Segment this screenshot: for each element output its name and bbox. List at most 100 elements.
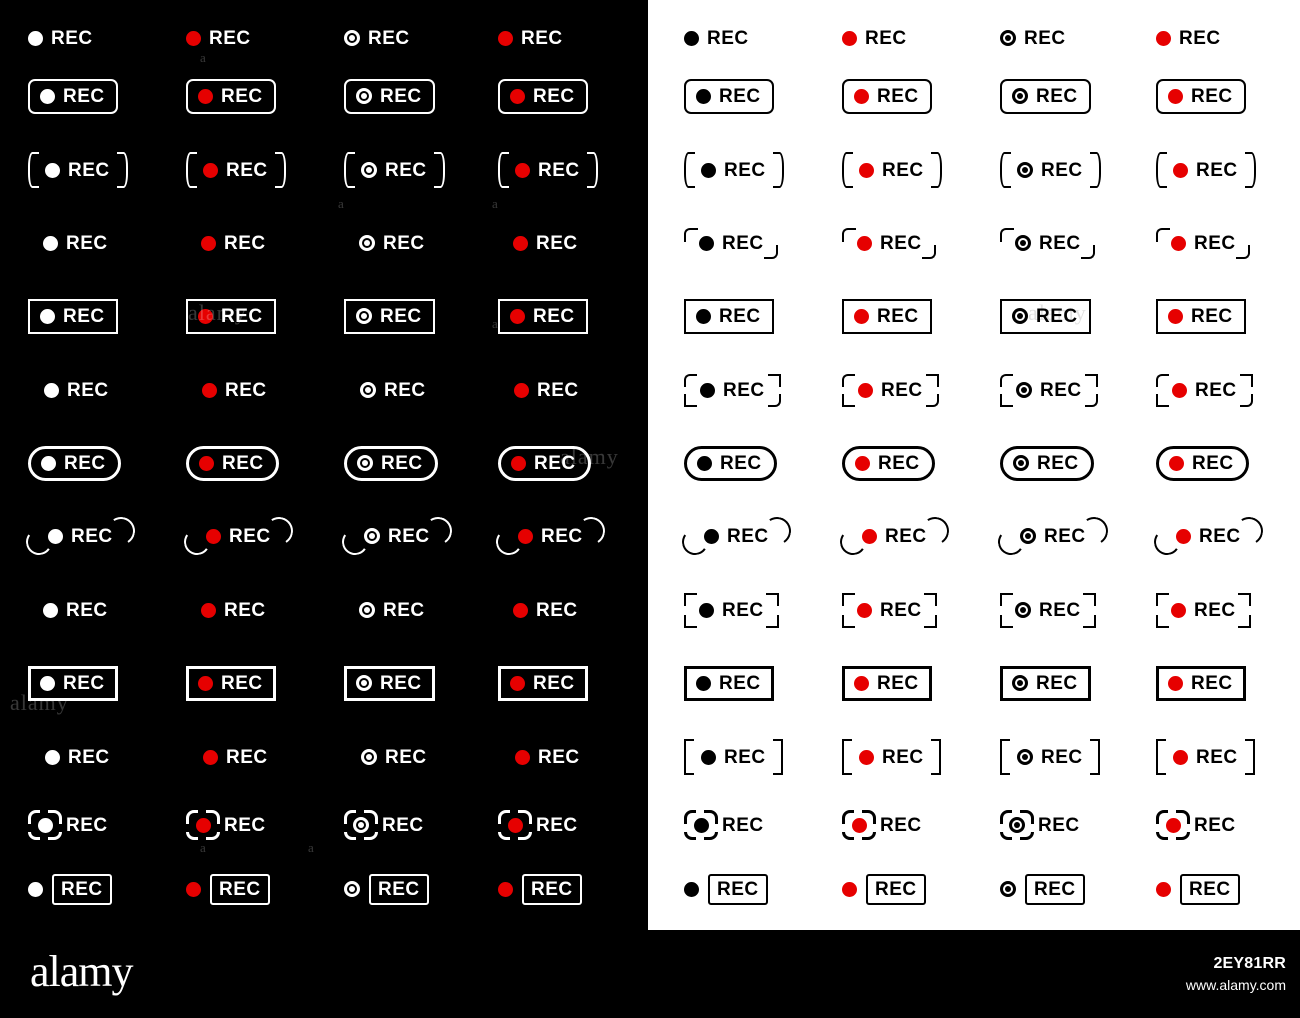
rec-icon-r8-c1[interactable]: REC	[23, 508, 186, 564]
rec-icon-r13-c2[interactable]: REC	[842, 861, 1000, 917]
rec-badge[interactable]: REC	[343, 809, 424, 841]
rec-badge[interactable]: REC	[1151, 513, 1266, 557]
rec-badge[interactable]: REC	[1000, 873, 1085, 905]
rec-icon-r13-c1[interactable]: REC	[684, 861, 842, 917]
rec-badge[interactable]: REC	[28, 152, 128, 188]
rec-badge[interactable]: REC	[1156, 445, 1249, 481]
rec-badge[interactable]: REC	[498, 739, 597, 775]
rec-badge[interactable]: REC	[684, 78, 774, 114]
rec-badge[interactable]: REC	[842, 665, 932, 701]
rec-badge[interactable]: REC	[684, 373, 781, 407]
rec-badge[interactable]: REC	[498, 78, 588, 114]
rec-icon-r1-c2[interactable]: REC	[842, 10, 1000, 66]
rec-badge[interactable]: REC	[27, 809, 108, 841]
rec-icon-r3-c2[interactable]: REC	[842, 142, 1000, 198]
rec-badge[interactable]: REC	[498, 445, 591, 481]
rec-icon-r4-c3[interactable]: REC	[1000, 215, 1158, 271]
rec-badge[interactable]: REC	[186, 592, 281, 628]
rec-icon-r3-c1[interactable]: REC	[684, 142, 842, 198]
rec-badge[interactable]: REC	[842, 298, 932, 334]
rec-badge[interactable]: REC	[684, 298, 774, 334]
rec-icon-r10-c2[interactable]: REC	[186, 655, 344, 711]
rec-badge[interactable]: REC	[498, 298, 588, 334]
rec-icon-r12-c1[interactable]: REC	[683, 797, 842, 853]
rec-badge[interactable]: REC	[186, 29, 251, 48]
rec-icon-r4-c4[interactable]: REC	[498, 215, 656, 271]
rec-icon-r4-c2[interactable]: REC	[842, 215, 1000, 271]
rec-badge[interactable]: REC	[344, 298, 435, 334]
rec-badge[interactable]: REC	[28, 78, 118, 114]
rec-badge[interactable]: REC	[684, 227, 778, 259]
rec-icon-r5-c2[interactable]: REC	[842, 288, 1000, 344]
rec-badge[interactable]: REC	[842, 739, 941, 775]
rec-badge[interactable]: REC	[28, 227, 122, 259]
rec-icon-r3-c4[interactable]: REC	[1156, 142, 1300, 198]
rec-icon-r6-c1[interactable]: REC	[684, 362, 842, 418]
rec-badge[interactable]: REC	[28, 373, 125, 407]
rec-icon-r8-c4[interactable]: REC	[1151, 508, 1300, 564]
rec-icon-r5-c1[interactable]: REC	[684, 288, 842, 344]
rec-icon-r1-c4[interactable]: REC	[1156, 10, 1300, 66]
rec-badge[interactable]: REC	[1156, 298, 1246, 334]
rec-badge[interactable]: REC	[1000, 592, 1096, 628]
rec-icon-r9-c1[interactable]: REC	[684, 582, 842, 638]
rec-icon-r4-c1[interactable]: REC	[684, 215, 842, 271]
rec-badge[interactable]: REC	[344, 373, 442, 407]
rec-icon-r13-c4[interactable]: REC	[1156, 861, 1300, 917]
rec-icon-r12-c2[interactable]: REC	[185, 797, 344, 853]
rec-icon-r7-c2[interactable]: REC	[186, 435, 344, 491]
rec-icon-r7-c1[interactable]: REC	[684, 435, 842, 491]
rec-icon-r7-c1[interactable]: REC	[28, 435, 186, 491]
rec-badge[interactable]: REC	[842, 373, 939, 407]
rec-badge[interactable]: REC	[28, 29, 93, 48]
rec-icon-r2-c4[interactable]: REC	[1156, 68, 1300, 124]
rec-badge[interactable]: REC	[339, 513, 455, 557]
rec-icon-r2-c3[interactable]: REC	[344, 68, 502, 124]
rec-badge[interactable]: REC	[344, 29, 410, 48]
rec-icon-r11-c4[interactable]: REC	[1156, 729, 1300, 785]
rec-badge[interactable]: REC	[186, 373, 283, 407]
rec-badge[interactable]: REC	[498, 227, 592, 259]
rec-icon-r6-c4[interactable]: REC	[498, 362, 656, 418]
rec-icon-r9-c4[interactable]: REC	[1156, 582, 1300, 638]
rec-badge[interactable]: REC	[344, 592, 440, 628]
rec-icon-r9-c3[interactable]: REC	[1000, 582, 1158, 638]
rec-icon-r3-c3[interactable]: REC	[1000, 142, 1158, 198]
rec-badge[interactable]: REC	[344, 739, 444, 775]
rec-badge[interactable]: REC	[497, 809, 578, 841]
rec-icon-r12-c1[interactable]: REC	[27, 797, 186, 853]
rec-icon-r3-c1[interactable]: REC	[28, 142, 186, 198]
rec-icon-r3-c2[interactable]: REC	[186, 142, 344, 198]
rec-badge[interactable]: REC	[28, 592, 123, 628]
rec-badge[interactable]: REC	[344, 665, 435, 701]
rec-badge[interactable]: REC	[683, 809, 764, 841]
rec-badge[interactable]: REC	[1156, 592, 1251, 628]
rec-icon-r2-c3[interactable]: REC	[1000, 68, 1158, 124]
rec-icon-r10-c4[interactable]: REC	[1156, 655, 1300, 711]
rec-icon-r13-c3[interactable]: REC	[1000, 861, 1158, 917]
rec-icon-r2-c2[interactable]: REC	[186, 68, 344, 124]
rec-icon-r9-c2[interactable]: REC	[186, 582, 344, 638]
rec-badge[interactable]: REC	[186, 298, 276, 334]
rec-badge[interactable]: REC	[186, 227, 280, 259]
rec-badge[interactable]: REC	[28, 298, 118, 334]
rec-badge[interactable]: REC	[1000, 739, 1100, 775]
rec-icon-r10-c2[interactable]: REC	[842, 655, 1000, 711]
rec-icon-r11-c3[interactable]: REC	[1000, 729, 1158, 785]
rec-icon-r1-c2[interactable]: REC	[186, 10, 344, 66]
rec-badge[interactable]: REC	[684, 152, 784, 188]
rec-badge[interactable]: REC	[1156, 873, 1240, 905]
rec-icon-r11-c4[interactable]: REC	[498, 729, 656, 785]
rec-icon-r13-c1[interactable]: REC	[28, 861, 186, 917]
rec-icon-r5-c1[interactable]: REC	[28, 288, 186, 344]
rec-badge[interactable]: REC	[679, 513, 794, 557]
rec-icon-r6-c3[interactable]: REC	[344, 362, 502, 418]
rec-icon-r12-c3[interactable]: REC	[343, 797, 502, 853]
rec-icon-r13-c4[interactable]: REC	[498, 861, 656, 917]
rec-icon-r5-c4[interactable]: REC	[1156, 288, 1300, 344]
rec-badge[interactable]: REC	[186, 665, 276, 701]
rec-icon-r6-c4[interactable]: REC	[1156, 362, 1300, 418]
rec-badge[interactable]: REC	[1156, 373, 1253, 407]
rec-badge[interactable]: REC	[1000, 665, 1091, 701]
rec-icon-r9-c1[interactable]: REC	[28, 582, 186, 638]
